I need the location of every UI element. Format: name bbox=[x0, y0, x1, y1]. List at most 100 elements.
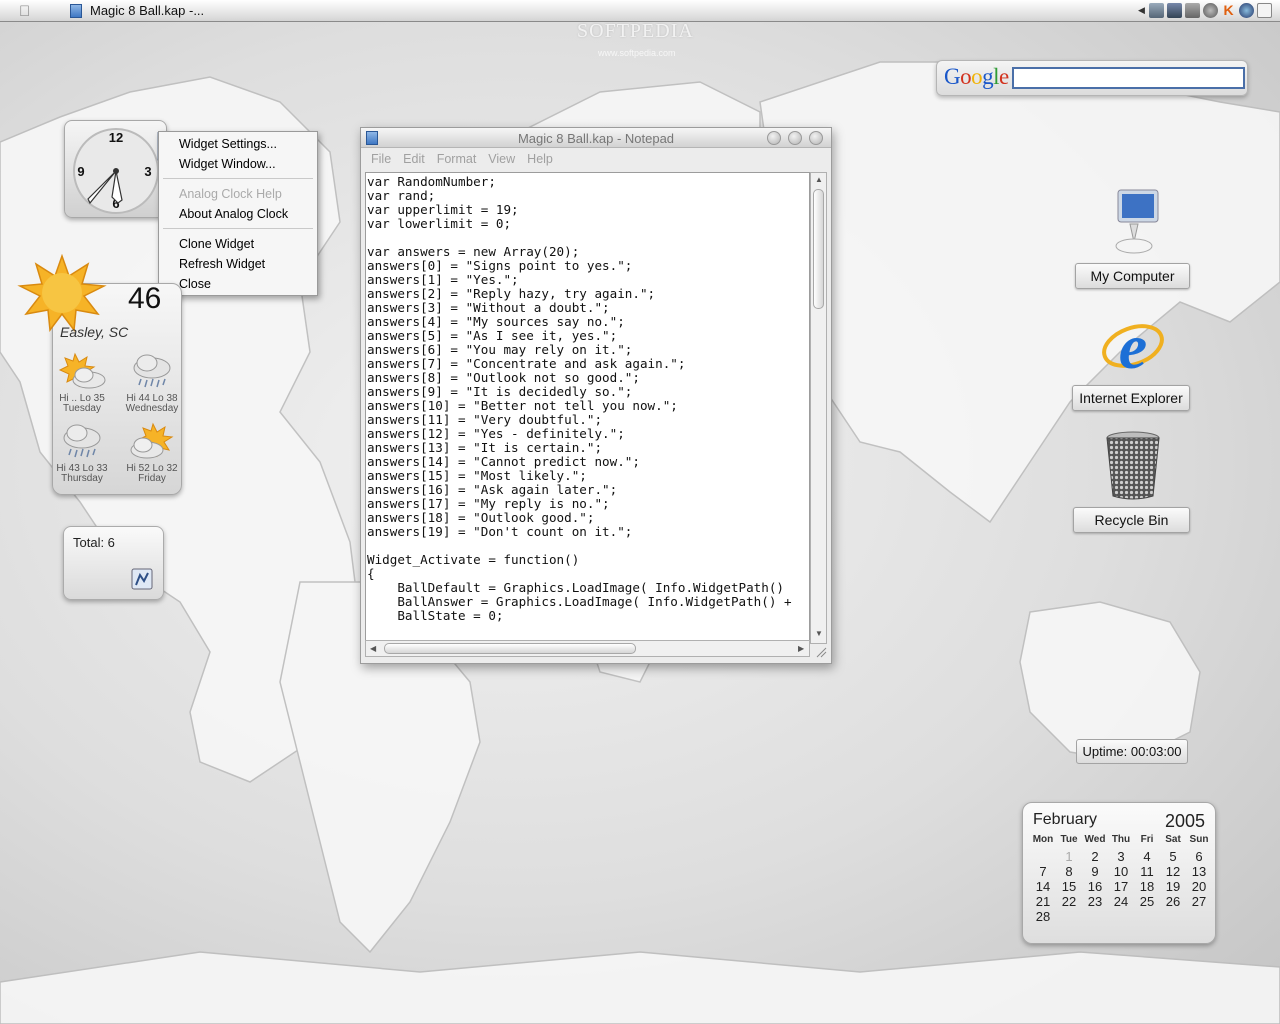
clock-numeral-12: 12 bbox=[109, 130, 123, 145]
system-tray: ◀ K bbox=[1138, 3, 1272, 18]
calendar-day[interactable]: 20 bbox=[1186, 879, 1212, 894]
google-search-widget: Google bbox=[936, 60, 1248, 96]
clock-numeral-9: 9 bbox=[77, 164, 84, 179]
scroll-right-icon[interactable]: ▶ bbox=[798, 644, 804, 653]
maximize-button[interactable] bbox=[788, 131, 802, 145]
close-button[interactable] bbox=[809, 131, 823, 145]
minimize-button[interactable] bbox=[767, 131, 781, 145]
scroll-up-icon[interactable]: ▲ bbox=[815, 175, 823, 184]
clock-numeral-3: 3 bbox=[144, 164, 151, 179]
menu-item-clone-widget[interactable]: Clone Widget bbox=[159, 234, 317, 254]
resize-grip-icon[interactable] bbox=[815, 646, 827, 658]
total-label: Total: 6 bbox=[73, 535, 115, 550]
current-temperature: 46 bbox=[128, 282, 162, 315]
calendar-day[interactable]: 2 bbox=[1082, 849, 1108, 864]
forecast-day: Hi 52 Lo 32 Friday bbox=[121, 422, 183, 484]
calendar-grid: Mon Tue Wed Thu Fri Sat Sun 1 2 3 4 5 6 7 8 9 10 11 12 13 14… bbox=[1030, 834, 1212, 924]
calendar-day[interactable]: 16 bbox=[1082, 879, 1108, 894]
menu-format[interactable]: Format bbox=[437, 152, 477, 166]
widget-context-menu: Widget Settings... Widget Window... Anal… bbox=[158, 131, 318, 296]
menu-item-widget-settings[interactable]: Widget Settings... bbox=[159, 134, 317, 154]
calendar-day[interactable]: 4 bbox=[1134, 849, 1160, 864]
menu-separator bbox=[163, 228, 313, 229]
internet-explorer-label[interactable]: Internet Explorer bbox=[1072, 385, 1190, 411]
apple-icon[interactable]:  bbox=[19, 3, 30, 20]
calendar-day[interactable]: 14 bbox=[1030, 879, 1056, 894]
notepad-title: Magic 8 Ball.kap - Notepad bbox=[517, 131, 675, 146]
scroll-left-icon[interactable]: ◀ bbox=[370, 644, 376, 653]
scroll-down-icon[interactable]: ▼ bbox=[815, 629, 823, 638]
menu-item-about-analog-clock[interactable]: About Analog Clock bbox=[159, 204, 317, 224]
internet-explorer-icon[interactable]: e bbox=[1098, 306, 1168, 380]
google-logo: Google bbox=[944, 64, 1009, 89]
calendar-weekday: Fri bbox=[1140, 834, 1154, 845]
forecast-day: Hi 43 Lo 33 Thursday bbox=[51, 422, 113, 484]
calendar-day[interactable]: 5 bbox=[1160, 849, 1186, 864]
partly-cloudy-icon bbox=[130, 422, 174, 459]
calendar-day[interactable]: 18 bbox=[1134, 879, 1160, 894]
menu-view[interactable]: View bbox=[488, 152, 515, 166]
calendar-day[interactable]: 25 bbox=[1134, 894, 1160, 909]
calendar-day[interactable]: 1 bbox=[1056, 849, 1082, 864]
calendar-day[interactable]: 15 bbox=[1056, 879, 1082, 894]
calendar-day[interactable]: 3 bbox=[1108, 849, 1134, 864]
horizontal-scroll-thumb[interactable] bbox=[384, 643, 636, 654]
vertical-scrollbar[interactable]: ▲ ▼ bbox=[810, 172, 827, 644]
menu-separator bbox=[163, 178, 313, 179]
active-window-title[interactable]: Magic 8 Ball.kap -... bbox=[90, 3, 204, 18]
rain-icon bbox=[63, 424, 101, 458]
menu-item-refresh-widget[interactable]: Refresh Widget bbox=[159, 254, 317, 274]
my-computer-label[interactable]: My Computer bbox=[1075, 263, 1190, 289]
calendar-empty-cell bbox=[1030, 849, 1056, 864]
analog-clock-widget[interactable]: 12 3 6 9 bbox=[64, 120, 167, 218]
recycle-bin-icon[interactable] bbox=[1104, 430, 1162, 502]
notepad-text-area[interactable]: var RandomNumber; var rand; var upperlim… bbox=[365, 172, 810, 644]
calendar-day[interactable]: 11 bbox=[1134, 864, 1160, 879]
uptime-widget[interactable]: Uptime: 00:03:00 bbox=[1076, 739, 1188, 764]
calendar-weekday: Wed bbox=[1084, 834, 1106, 845]
sound-icon[interactable] bbox=[1203, 3, 1218, 18]
notepad-titlebar[interactable]: Magic 8 Ball.kap - Notepad bbox=[361, 128, 831, 148]
globe-icon[interactable] bbox=[1239, 3, 1254, 18]
menu-help[interactable]: Help bbox=[527, 152, 553, 166]
accessibility-icon[interactable] bbox=[1257, 3, 1272, 18]
notepad-window: Magic 8 Ball.kap - Notepad File Edit For… bbox=[360, 127, 832, 664]
menu-file[interactable]: File bbox=[371, 152, 391, 166]
calendar-day[interactable]: 19 bbox=[1160, 879, 1186, 894]
calendar-widget[interactable]: February 2005 Mon Tue Wed Thu Fri Sat Sun 1 2 3 4 5… bbox=[1022, 802, 1216, 944]
vertical-scroll-thumb[interactable] bbox=[813, 189, 824, 309]
menu-item-close[interactable]: Close bbox=[159, 274, 317, 294]
recycle-bin-label[interactable]: Recycle Bin bbox=[1073, 507, 1190, 533]
calendar-day[interactable]: 12 bbox=[1160, 864, 1186, 879]
k-icon[interactable]: K bbox=[1221, 3, 1236, 18]
calendar-day[interactable]: 26 bbox=[1160, 894, 1186, 909]
notepad-menubar: File Edit Format View Help bbox=[361, 149, 831, 169]
calendar-day[interactable]: 6 bbox=[1186, 849, 1212, 864]
calendar-day[interactable]: 10 bbox=[1108, 864, 1134, 879]
calendar-day[interactable]: 7 bbox=[1030, 864, 1056, 879]
calendar-day[interactable]: 8 bbox=[1056, 864, 1082, 879]
monitor-icon[interactable] bbox=[1167, 3, 1182, 18]
calendar-day[interactable]: 13 bbox=[1186, 864, 1212, 879]
network-icon[interactable] bbox=[1149, 3, 1164, 18]
my-computer-icon[interactable] bbox=[1104, 186, 1164, 256]
menu-edit[interactable]: Edit bbox=[403, 152, 425, 166]
calendar-day[interactable]: 21 bbox=[1030, 894, 1056, 909]
total-widget[interactable]: Total: 6 bbox=[63, 526, 164, 600]
forecast-day: Hi .. Lo 35 Tuesday bbox=[51, 352, 113, 414]
menu-item-widget-window[interactable]: Widget Window... bbox=[159, 154, 317, 174]
horizontal-scrollbar[interactable]: ◀ ▶ bbox=[365, 640, 810, 657]
calendar-day[interactable]: 27 bbox=[1186, 894, 1212, 909]
arrow-left-icon[interactable]: ◀ bbox=[1138, 3, 1146, 18]
calendar-day[interactable]: 9 bbox=[1082, 864, 1108, 879]
calendar-day[interactable]: 24 bbox=[1108, 894, 1134, 909]
calendar-day[interactable]: 28 bbox=[1030, 909, 1056, 924]
calendar-day[interactable]: 22 bbox=[1056, 894, 1082, 909]
calendar-weekday: Sun bbox=[1189, 834, 1209, 845]
calendar-day[interactable]: 17 bbox=[1108, 879, 1134, 894]
rain-icon bbox=[133, 354, 171, 388]
menu-item-analog-clock-help: Analog Clock Help bbox=[179, 187, 282, 201]
system-icon[interactable] bbox=[1185, 3, 1200, 18]
google-search-input[interactable] bbox=[1012, 67, 1245, 89]
calendar-day[interactable]: 23 bbox=[1082, 894, 1108, 909]
